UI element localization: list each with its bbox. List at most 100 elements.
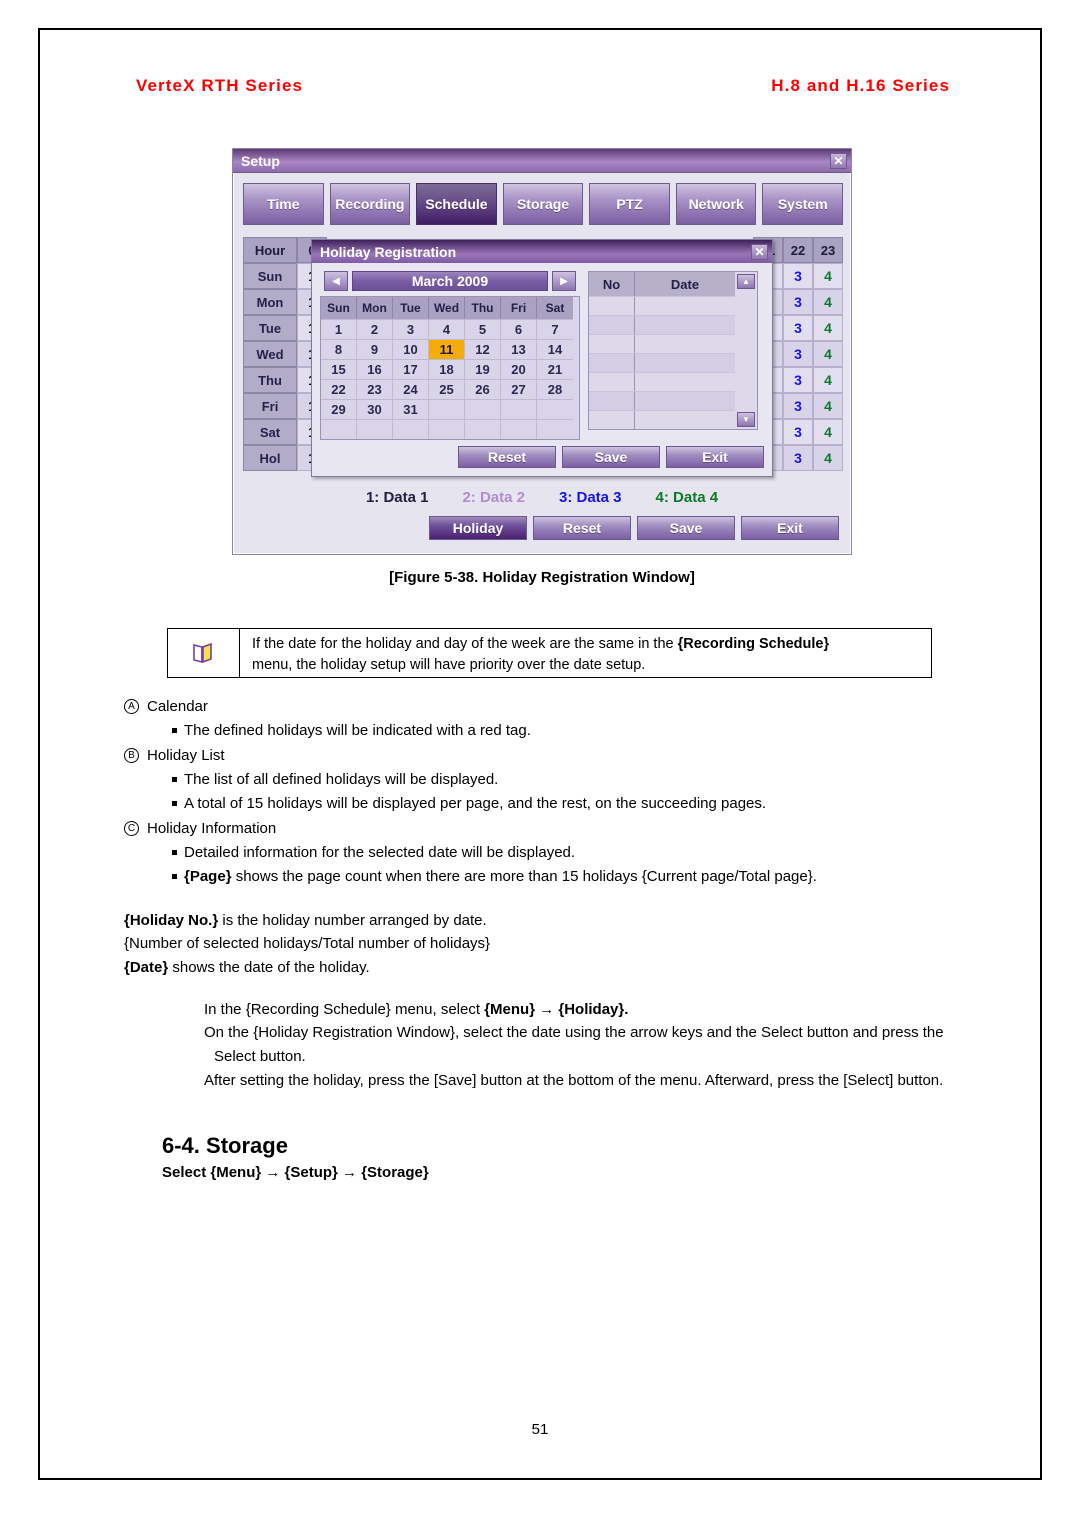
scroll-up-icon[interactable]: ▲ xyxy=(737,274,755,289)
tab-ptz[interactable]: PTZ xyxy=(589,183,670,225)
calendar-day-cell[interactable]: 27 xyxy=(501,379,537,399)
holiday-list-scrollbar[interactable]: ▲ ▼ xyxy=(735,272,757,429)
scroll-down-icon[interactable]: ▼ xyxy=(737,412,755,427)
calendar-empty-cell xyxy=(501,399,537,419)
tab-storage[interactable]: Storage xyxy=(502,183,584,225)
table-cell-date xyxy=(635,316,735,334)
calendar-weekday-header: Fri xyxy=(501,297,537,319)
header-right-title: H.8 and H.16 Series xyxy=(771,76,950,95)
calendar-day-cell[interactable]: 4 xyxy=(429,319,465,339)
schedule-cell[interactable]: 3 xyxy=(783,419,813,445)
schedule-cell[interactable]: 3 xyxy=(783,263,813,289)
calendar-day-cell[interactable]: 14 xyxy=(537,339,573,359)
schedule-cell[interactable]: 4 xyxy=(813,445,843,471)
calendar-day-cell[interactable]: 24 xyxy=(393,379,429,399)
calendar-day-cell[interactable]: 11 xyxy=(429,339,465,359)
tab-recording[interactable]: Recording xyxy=(329,183,411,225)
schedule-col-header: 22 xyxy=(783,237,813,263)
note-line1-a: If the date for the holiday and day of t… xyxy=(252,636,678,652)
calendar-day-cell[interactable]: 15 xyxy=(321,359,357,379)
schedule-cell[interactable]: 4 xyxy=(813,263,843,289)
schedule-cell[interactable]: 4 xyxy=(813,315,843,341)
bullet-text: The defined holidays will be indicated w… xyxy=(184,721,531,739)
calendar-day-cell[interactable]: 12 xyxy=(465,339,501,359)
calendar-empty-cell xyxy=(429,399,465,419)
save-button[interactable]: Save xyxy=(637,516,735,540)
calendar-table[interactable]: Sun Mon Tue Wed Thu Fri Sat 1 2 3 4 5 6 7 8 9 10 11 12 13 1… xyxy=(320,296,580,440)
calendar-day-cell[interactable]: 25 xyxy=(429,379,465,399)
table-row[interactable] xyxy=(589,353,735,372)
calendar-day-cell[interactable]: 17 xyxy=(393,359,429,379)
calendar-day-cell[interactable]: 29 xyxy=(321,399,357,419)
calendar-weekday-header: Thu xyxy=(465,297,501,319)
calendar-day-cell[interactable]: 28 xyxy=(537,379,573,399)
table-row[interactable] xyxy=(589,391,735,410)
calendar-day-cell[interactable]: 16 xyxy=(357,359,393,379)
calendar-day-cell[interactable]: 2 xyxy=(357,319,393,339)
paragraph-line-1: {Holiday No.} is the holiday number arra… xyxy=(124,909,962,933)
calendar-day-cell[interactable]: 8 xyxy=(321,339,357,359)
tab-schedule[interactable]: Schedule xyxy=(416,183,497,225)
calendar-day-cell[interactable]: 19 xyxy=(465,359,501,379)
calendar-day-cell[interactable]: 18 xyxy=(429,359,465,379)
holiday-list-table[interactable]: No Date ▲ ▼ xyxy=(588,271,758,430)
calendar-day-cell[interactable]: 6 xyxy=(501,319,537,339)
table-row[interactable] xyxy=(589,410,735,429)
calendar-day-cell[interactable]: 21 xyxy=(537,359,573,379)
table-row[interactable] xyxy=(589,296,735,315)
tab-time[interactable]: Time xyxy=(243,183,324,225)
calendar-day-cell[interactable]: 13 xyxy=(501,339,537,359)
triangle-left-icon[interactable]: ◀ xyxy=(324,271,348,291)
calendar-day-cell[interactable]: 23 xyxy=(357,379,393,399)
bullet-square-icon xyxy=(172,800,177,806)
tab-network[interactable]: Network xyxy=(675,183,757,225)
reset-button[interactable]: Reset xyxy=(533,516,631,540)
table-row[interactable] xyxy=(589,372,735,391)
schedule-cell[interactable]: 4 xyxy=(813,367,843,393)
calendar-day-cell[interactable]: 10 xyxy=(393,339,429,359)
schedule-cell[interactable]: 3 xyxy=(783,367,813,393)
calendar-day-cell[interactable]: 26 xyxy=(465,379,501,399)
schedule-row-label: Hol xyxy=(243,445,297,471)
schedule-row-label: Mon xyxy=(243,289,297,315)
exit-button[interactable]: Exit xyxy=(741,516,839,540)
calendar-day-cell[interactable]: 20 xyxy=(501,359,537,379)
table-row[interactable] xyxy=(589,334,735,353)
calendar-day-cell[interactable]: 1 xyxy=(321,319,357,339)
dialog-exit-button[interactable]: Exit xyxy=(666,446,764,468)
dialog-reset-button[interactable]: Reset xyxy=(458,446,556,468)
schedule-cell[interactable]: 3 xyxy=(783,315,813,341)
triangle-right-icon[interactable]: ▶ xyxy=(552,271,576,291)
calendar-empty-cell xyxy=(537,399,573,419)
list-item-holiday-list: B Holiday List xyxy=(124,744,962,768)
close-icon[interactable]: ✕ xyxy=(751,243,768,260)
schedule-cell[interactable]: 4 xyxy=(813,341,843,367)
calendar-day-cell[interactable]: 9 xyxy=(357,339,393,359)
bullet-square-icon xyxy=(172,777,177,783)
date-bold: {Date} xyxy=(124,958,169,976)
tab-system[interactable]: System xyxy=(762,183,844,225)
calendar-day-cell[interactable]: 30 xyxy=(357,399,393,419)
tab-network-label: Network xyxy=(688,196,744,212)
holiday-dialog-title: Holiday Registration xyxy=(320,243,457,260)
schedule-cell[interactable]: 4 xyxy=(813,419,843,445)
schedule-cell[interactable]: 3 xyxy=(783,289,813,315)
table-row[interactable] xyxy=(589,315,735,334)
setup-tabs: Time Recording Schedule Storage PTZ Netw… xyxy=(233,173,851,233)
schedule-cell[interactable]: 3 xyxy=(783,445,813,471)
schedule-cell[interactable]: 3 xyxy=(783,393,813,419)
close-icon[interactable]: ✕ xyxy=(830,152,847,169)
calendar-day-cell[interactable]: 22 xyxy=(321,379,357,399)
schedule-cell[interactable]: 3 xyxy=(783,341,813,367)
calendar-day-cell[interactable]: 7 xyxy=(537,319,573,339)
schedule-cell[interactable]: 4 xyxy=(813,393,843,419)
tab-storage-label: Storage xyxy=(516,196,570,212)
calendar-day-cell[interactable]: 31 xyxy=(393,399,429,419)
holiday-button[interactable]: Holiday xyxy=(429,516,527,540)
list-item-calendar: A Calendar xyxy=(124,695,962,719)
calendar-day-cell[interactable]: 5 xyxy=(465,319,501,339)
schedule-cell[interactable]: 4 xyxy=(813,289,843,315)
dialog-save-button[interactable]: Save xyxy=(562,446,660,468)
calendar-week-row: 22 23 24 25 26 27 28 xyxy=(321,379,579,399)
calendar-day-cell[interactable]: 3 xyxy=(393,319,429,339)
